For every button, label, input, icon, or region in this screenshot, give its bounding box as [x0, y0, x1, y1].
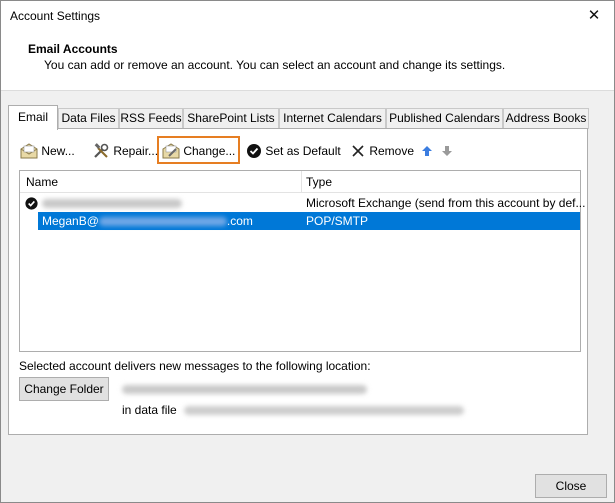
move-up-button[interactable] [420, 139, 433, 163]
account-name-redacted [42, 194, 182, 212]
set-as-default-label: Set as Default [265, 143, 341, 158]
header-subtitle: You can add or remove an account. You ca… [44, 58, 506, 72]
tab-internet-calendars[interactable]: Internet Calendars [279, 108, 386, 129]
account-type: Microsoft Exchange (send from this accou… [306, 196, 586, 210]
data-file-path-redacted [184, 406, 465, 416]
default-account-check-icon [25, 197, 38, 210]
new-button[interactable]: New... [19, 139, 75, 163]
new-account-icon [20, 143, 38, 159]
arrow-down-icon [442, 145, 452, 156]
accounts-list[interactable]: Name Type Microsoft Exchange (send from … [19, 170, 585, 352]
move-down-button[interactable] [440, 139, 453, 163]
remove-x-icon [352, 145, 364, 157]
tab-email[interactable]: Email [8, 105, 58, 130]
window-title: Account Settings [10, 9, 101, 23]
title-bar: Account Settings ✕ [1, 1, 614, 32]
data-file-label: in data file [122, 403, 177, 417]
tab-data-files[interactable]: Data Files [58, 108, 119, 129]
account-settings-dialog: Account Settings ✕ Email Accounts You ca… [0, 0, 615, 503]
repair-button-label: Repair... [113, 143, 159, 158]
account-toolbar: New... Repair... Change... Set as Defaul… [19, 136, 579, 164]
email-tab-panel: New... Repair... Change... Set as Defaul… [8, 128, 588, 435]
tab-published-calendars[interactable]: Published Calendars [386, 108, 503, 129]
arrow-up-icon [422, 145, 432, 156]
header-title: Email Accounts [28, 42, 118, 56]
repair-tools-icon [94, 142, 109, 158]
tab-address-books[interactable]: Address Books [503, 108, 589, 129]
change-account-icon [162, 143, 180, 159]
dialog-header: Email Accounts You can add or remove an … [1, 32, 614, 91]
accounts-list-header: Name Type [20, 171, 580, 193]
tab-sharepoint-lists[interactable]: SharePoint Lists [183, 108, 279, 129]
change-button-label: Change... [183, 143, 236, 158]
remove-button[interactable]: Remove [349, 139, 414, 163]
change-button[interactable]: Change... [157, 136, 241, 164]
close-button[interactable]: Close [535, 474, 607, 498]
checkmark-circle-icon [247, 143, 261, 158]
remove-button-label: Remove [369, 143, 415, 158]
column-header-name[interactable]: Name [26, 175, 58, 189]
set-as-default-button[interactable]: Set as Default [245, 139, 341, 163]
delivery-folder-redacted [122, 382, 367, 396]
table-row[interactable]: Microsoft Exchange (send from this accou… [20, 194, 585, 212]
account-type: POP/SMTP [306, 214, 369, 228]
new-button-label: New... [41, 143, 75, 158]
delivery-location-text: Selected account delivers new messages t… [19, 359, 371, 373]
column-header-type[interactable]: Type [306, 175, 332, 189]
table-row[interactable]: MeganB@ .com POP/SMTP [38, 212, 580, 230]
close-icon[interactable]: ✕ [584, 6, 604, 26]
repair-button[interactable]: Repair... [91, 139, 158, 163]
column-divider[interactable] [301, 171, 302, 193]
account-name: MeganB@ .com [42, 214, 253, 228]
data-file-row: in data file [122, 403, 465, 417]
change-folder-button[interactable]: Change Folder [19, 377, 109, 401]
tab-rss-feeds[interactable]: RSS Feeds [119, 108, 183, 129]
